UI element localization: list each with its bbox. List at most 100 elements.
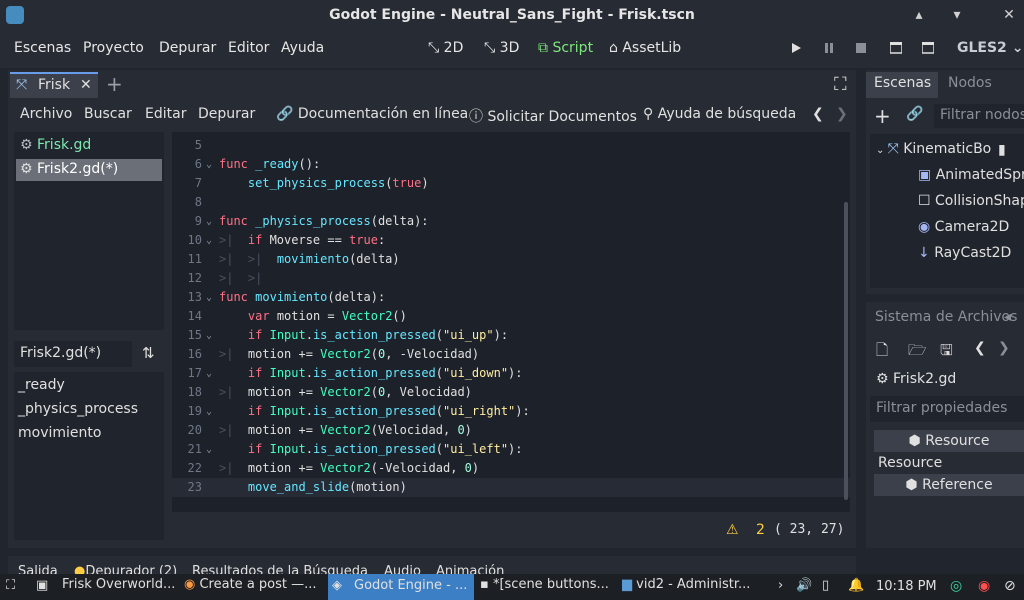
minimize-icon[interactable]: ▾ [948, 6, 966, 24]
add-tab-icon[interactable]: + [106, 72, 123, 96]
maximize-icon[interactable]: ⛶ [6, 578, 15, 593]
resource-label: Resource [878, 455, 943, 471]
script-attached-icon[interactable]: ▮ [998, 142, 1006, 158]
tab-audio[interactable]: Audio [384, 564, 421, 574]
close-tab-icon[interactable]: ✕ [80, 77, 92, 93]
tray-app-icon[interactable]: ▣ [36, 578, 48, 593]
method-filter-field[interactable]: Frisk2.gd(*) [14, 341, 132, 367]
code-editor[interactable]: 5 6 ⌄ func _ready(): 7 set_physics_process… [172, 132, 850, 512]
workspace-2d[interactable]: ⤡ 2D [428, 40, 463, 56]
chevron-down-icon: ⌄ [1011, 40, 1024, 56]
script-menu-archivo[interactable]: Archivo [20, 106, 72, 122]
tree-node-collisionshape[interactable]: ☐ CollisionShape [918, 193, 1024, 209]
raycast-icon: ↓ [918, 245, 935, 261]
method-item-ready[interactable]: _ready [18, 377, 65, 393]
tab-salida[interactable]: Salida [18, 564, 58, 574]
history-forward-icon[interactable]: ❯ [998, 340, 1010, 356]
search-help-button[interactable]: ⚲ Ayuda de búsqueda [643, 106, 796, 122]
distraction-free-icon[interactable]: ⛶ [834, 74, 847, 95]
history-back-icon[interactable]: ❮ [812, 106, 824, 122]
task-frisk-overworld[interactable]: Frisk Overworld... [62, 577, 180, 597]
code-line: 17 ⌄ if Input.is_action_pressed("ui_down"… [172, 364, 850, 383]
tree-node-kinematicbody[interactable]: ⌄ ⤧ KinematicBo [876, 141, 991, 157]
resource-section-button[interactable]: ⬢ Resource [874, 430, 1024, 452]
script-menu-editar[interactable]: Editar [145, 106, 186, 122]
chevron-down-icon: ⌄ [876, 145, 888, 156]
play-scene-icon[interactable] [890, 42, 902, 54]
script-icon: ⧉ [538, 40, 553, 56]
stop-icon[interactable] [855, 42, 867, 54]
script-menu-depurar[interactable]: Depurar [198, 106, 255, 122]
tree-node-raycast2d[interactable]: ↓ RayCast2D [918, 245, 1011, 261]
pause-icon[interactable] [823, 42, 835, 54]
menu-escenas[interactable]: Escenas [14, 40, 71, 56]
play-custom-scene-icon[interactable] [922, 42, 934, 54]
battery-icon[interactable]: ▯ [822, 578, 829, 593]
play-icon[interactable] [790, 42, 802, 54]
method-item-movimiento[interactable]: movimiento [18, 425, 101, 441]
menu-editor[interactable]: Editor [228, 40, 269, 56]
history-back-icon[interactable]: ❮ [974, 340, 986, 356]
workspace-script[interactable]: ⧉ Script [538, 40, 593, 56]
code-scrollbar[interactable] [844, 202, 848, 500]
power-icon[interactable]: ⊘ [1004, 578, 1016, 594]
shade-icon[interactable]: ▴ [910, 6, 928, 24]
add-node-icon[interactable]: + [874, 104, 891, 128]
2d-icon: ⤡ [428, 40, 444, 56]
tab-nodos[interactable]: Nodos [948, 75, 992, 91]
open-folder-icon[interactable]: 🗁 [908, 340, 927, 365]
script-item-frisk-gd[interactable]: ⚙ Frisk.gd [16, 135, 162, 157]
dock-options-icon[interactable]: ◂ [1004, 309, 1011, 325]
filter-nodes-input[interactable]: Filtrar nodos [934, 104, 1024, 128]
tab-escenas[interactable]: Escenas [866, 72, 938, 98]
online-docs-button[interactable]: 🔗 Documentación en línea [276, 106, 468, 122]
tree-node-camera2d[interactable]: ◉ Camera2D [918, 219, 1009, 235]
scene-tab-frisk[interactable]: ⤧ Frisk ✕ [10, 72, 98, 98]
history-forward-icon[interactable]: ❯ [836, 106, 848, 122]
code-line: 21 ⌄ if Input.is_action_pressed("ui_left"… [172, 440, 850, 459]
script-item-frisk2-gd[interactable]: ⚙ Frisk2.gd(*) [16, 159, 162, 181]
tab-depurador[interactable]: ●Depurador (2) [74, 564, 177, 574]
new-resource-icon[interactable]: 🗋 [876, 340, 888, 365]
filesystem-title: Sistema de Archivos [875, 309, 1018, 325]
method-item-physics-process[interactable]: _physics_process [18, 401, 138, 417]
inspected-file[interactable]: ⚙ Frisk2.gd [876, 371, 956, 387]
tray-teal-icon[interactable]: ◎ [950, 578, 962, 594]
task-godot-active[interactable]: ◈ Godot Engine - ... [328, 574, 474, 600]
task-file-manager[interactable]: ▆ vid2 - Administr... [622, 577, 772, 597]
workspace-3d[interactable]: ⤡ 3D [484, 40, 519, 56]
tree-node-animatedsprite[interactable]: ▣ AnimatedSprite [918, 167, 1024, 183]
menu-ayuda[interactable]: Ayuda [281, 40, 324, 56]
script-menu-buscar[interactable]: Buscar [84, 106, 132, 122]
taskbar-chevron-icon[interactable]: › [778, 578, 783, 593]
clock[interactable]: 10:18 PM [876, 579, 937, 594]
task-scene-buttons[interactable]: ▪ *[scene buttons... [480, 577, 620, 597]
volume-icon[interactable]: 🔊 [796, 578, 812, 593]
resource-icon: ⬢ [908, 433, 926, 449]
renderer-select[interactable]: GLES2 ⌄ [957, 40, 1023, 56]
warning-icon[interactable]: ⚠ [726, 522, 739, 538]
fold-icon: ⌄ [206, 330, 213, 341]
fold-icon: ⌄ [206, 292, 213, 303]
reference-section-button[interactable]: ⬢ Reference [874, 474, 1024, 496]
tab-search-results[interactable]: Resultados de la Búsqueda [192, 564, 368, 574]
filter-properties-input[interactable]: Filtrar propiedades [870, 396, 1024, 422]
tab-animacion[interactable]: Animación [436, 564, 504, 574]
code-line: 11 >| >| movimiento(delta) [187, 252, 400, 266]
code-line: 20 >| motion += Vector2(Velocidad, 0) [187, 423, 472, 437]
close-window-icon[interactable]: ✕ [1000, 6, 1018, 24]
workspace-assetlib[interactable]: ⌂ AssetLib [609, 40, 681, 56]
code-line: 12 >| >| [187, 271, 263, 285]
menu-depurar[interactable]: Depurar [159, 40, 216, 56]
scene-tab-label: Frisk [38, 77, 71, 93]
tray-red-icon[interactable]: ◉ [978, 578, 990, 594]
request-docs-button[interactable]: ⓘ Solicitar Documentos [469, 106, 637, 126]
notification-icon[interactable]: 🔔 [848, 578, 864, 593]
save-icon[interactable]: 🖫 [940, 340, 953, 365]
code-line: 9 ⌄ func _physics_process(delta): [172, 212, 850, 231]
sort-icon[interactable]: ⇅ [142, 344, 155, 362]
menu-proyecto[interactable]: Proyecto [83, 40, 144, 56]
window-title: Godot Engine - Neutral_Sans_Fight - Fris… [329, 7, 695, 23]
link-icon[interactable]: 🔗 [906, 106, 923, 122]
task-firefox[interactable]: ◉ Create a post —... [184, 577, 326, 597]
